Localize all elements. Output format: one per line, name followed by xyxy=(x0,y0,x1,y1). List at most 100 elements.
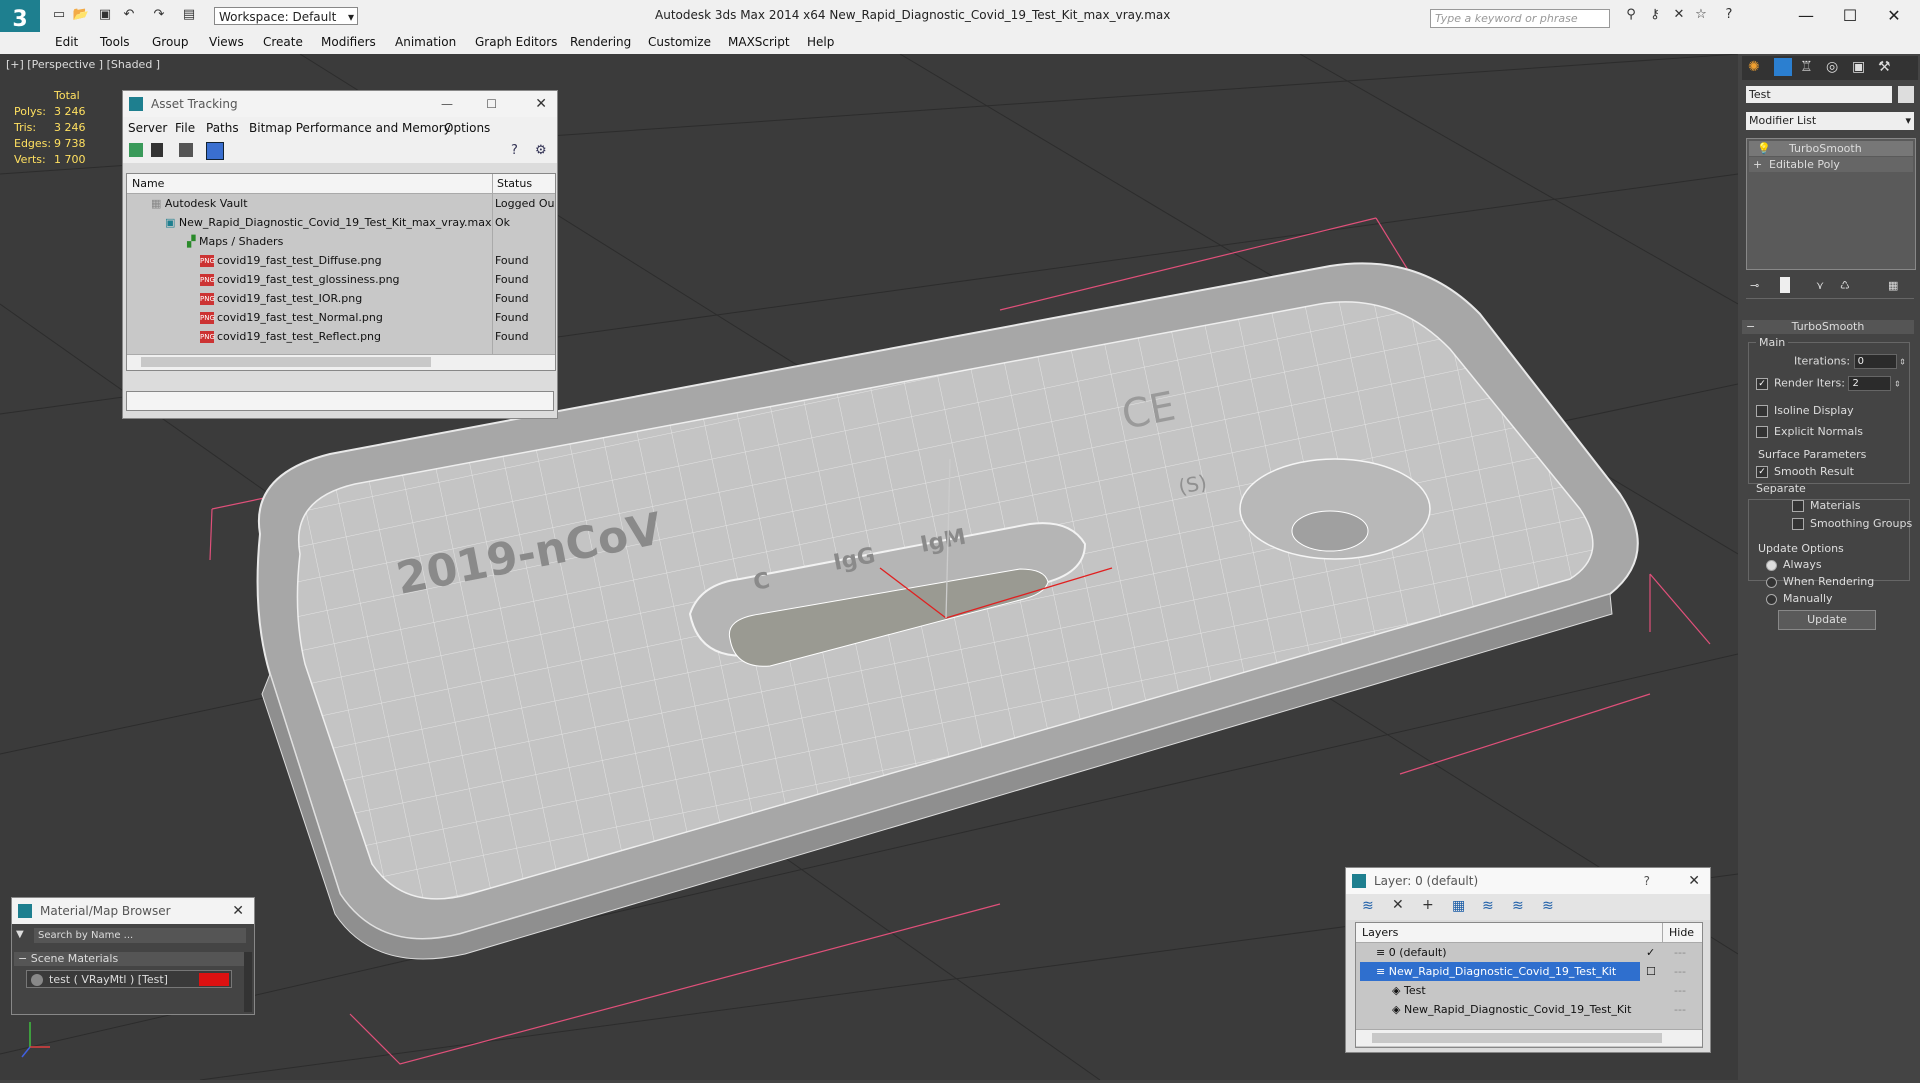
hierarchy-tab-icon[interactable]: ♖ xyxy=(1800,59,1813,75)
table-row[interactable]: ≡ New_Rapid_Diagnostic_Covid_19_Test_Kit… xyxy=(1356,962,1702,981)
manually-radio[interactable] xyxy=(1766,593,1777,605)
table-row[interactable]: ◈ New_Rapid_Diagnostic_Covid_19_Test_Kit… xyxy=(1356,1000,1702,1019)
close-icon[interactable]: ✕ xyxy=(232,898,244,924)
scrollbar-thumb[interactable] xyxy=(1372,1033,1662,1043)
filter-icon[interactable]: ▼ xyxy=(16,929,24,940)
hide-toggle[interactable]: --- xyxy=(1674,981,1686,1000)
close-icon[interactable]: ✕ xyxy=(1688,868,1700,894)
horizontal-scrollbar[interactable] xyxy=(127,354,555,370)
set-current-layer-icon[interactable]: ☐ xyxy=(1646,962,1656,981)
maximize-button[interactable]: ☐ xyxy=(1830,4,1870,28)
table-row[interactable]: PNG covid19_fast_test_glossiness.png Foun… xyxy=(127,270,555,289)
menu-graph-editors[interactable]: Graph Editors xyxy=(475,35,557,49)
minimize-icon[interactable]: — xyxy=(441,91,453,117)
configure-sets-icon[interactable]: ▦ xyxy=(1888,279,1898,292)
redo-icon[interactable]: ↷ xyxy=(150,6,168,24)
pin-stack-icon[interactable]: ⊸ xyxy=(1750,279,1759,292)
hide-toggle[interactable]: --- xyxy=(1674,1000,1686,1019)
list-view-icon[interactable] xyxy=(151,143,163,157)
table-row[interactable]: ≡ 0 (default) ✓ --- xyxy=(1356,943,1702,962)
new-file-icon[interactable]: ▭ xyxy=(50,6,68,24)
refresh-icon[interactable] xyxy=(129,143,143,157)
make-unique-icon[interactable]: ⋎ xyxy=(1816,279,1824,292)
iterations-spinner[interactable]: 0 xyxy=(1853,354,1897,369)
table-row[interactable]: PNG covid19_fast_test_IOR.png Found xyxy=(127,289,555,308)
delete-layer-icon[interactable]: ✕ xyxy=(1392,897,1404,913)
hide-toggle[interactable]: --- xyxy=(1674,943,1686,962)
asset-tracking-titlebar[interactable]: Asset Tracking — ☐ ✕ xyxy=(123,91,557,117)
highlight-layer-icon[interactable]: ≋ xyxy=(1482,898,1494,914)
material-browser-titlebar[interactable]: Material/Map Browser ✕ xyxy=(12,898,254,924)
help-icon[interactable]: ? xyxy=(1644,868,1650,894)
close-window-button[interactable]: ✕ xyxy=(1874,4,1914,28)
table-row[interactable]: PNG covid19_fast_test_Diffuse.png Found xyxy=(127,251,555,270)
help-icon[interactable]: ? xyxy=(1720,6,1738,24)
horizontal-scrollbar[interactable] xyxy=(1356,1029,1702,1046)
light-bulb-icon[interactable]: 💡 xyxy=(1757,141,1771,156)
spinner-arrows-icon[interactable]: ⇕ xyxy=(1891,380,1901,389)
menu-tools[interactable]: Tools xyxy=(100,35,130,49)
menu-create[interactable]: Create xyxy=(263,35,303,49)
asset-menu-server[interactable]: Server xyxy=(128,121,167,135)
star-icon[interactable]: ☆ xyxy=(1692,6,1710,24)
keyword-search-input[interactable]: Type a keyword or phrase xyxy=(1430,9,1610,28)
column-name-header[interactable]: Name xyxy=(132,174,164,193)
minimize-button[interactable]: — xyxy=(1786,4,1826,28)
column-hide-header[interactable]: Hide xyxy=(1662,923,1694,942)
materials-checkbox[interactable] xyxy=(1792,500,1804,512)
workspace-dropdown[interactable]: Workspace: Default ▾ xyxy=(214,7,358,25)
table-row[interactable]: ▣ New_Rapid_Diagnostic_Covid_19_Test_Kit… xyxy=(127,213,555,232)
modify-tab-icon[interactable] xyxy=(1774,58,1792,76)
stack-item-editable-poly[interactable]: + Editable Poly xyxy=(1749,157,1913,172)
object-name-field[interactable]: Test xyxy=(1746,86,1892,103)
menu-group[interactable]: Group xyxy=(152,35,189,49)
asset-menu-options[interactable]: Options xyxy=(444,121,490,135)
column-layers-header[interactable]: Layers xyxy=(1362,923,1398,942)
create-layer-icon[interactable]: ≋ xyxy=(1362,898,1374,914)
add-to-layer-icon[interactable]: + xyxy=(1422,897,1434,913)
table-row[interactable]: ◈ Test --- xyxy=(1356,981,1702,1000)
create-tab-icon[interactable]: ✺ xyxy=(1748,59,1760,75)
stack-item-turbosmooth[interactable]: 💡 TurboSmooth xyxy=(1749,141,1913,156)
vertical-scrollbar[interactable] xyxy=(244,952,252,1012)
table-view-icon[interactable] xyxy=(206,142,224,160)
isoline-display-checkbox[interactable] xyxy=(1756,405,1768,417)
table-row[interactable]: PNG covid19_fast_test_Reflect.png Found xyxy=(127,327,555,346)
modifier-list-dropdown[interactable]: Modifier List ▾ xyxy=(1746,112,1914,130)
motion-tab-icon[interactable]: ◎ xyxy=(1826,59,1838,75)
table-row[interactable]: ▦ Autodesk Vault Logged Ou xyxy=(127,194,555,213)
settings-help-icon[interactable]: ⚙ xyxy=(535,143,547,158)
freeze-layers-icon[interactable]: ≋ xyxy=(1542,898,1554,914)
object-color-swatch[interactable] xyxy=(1898,86,1914,103)
material-item[interactable]: test ( VRayMtl ) [Test] xyxy=(26,970,232,988)
binoculars-icon[interactable]: ⚲ xyxy=(1622,6,1640,24)
menu-customize[interactable]: Customize xyxy=(648,35,711,49)
undo-icon[interactable]: ↶ xyxy=(120,6,138,24)
hide-toggle[interactable]: --- xyxy=(1674,962,1686,981)
close-icon[interactable]: ✕ xyxy=(535,91,547,117)
current-layer-check-icon[interactable]: ✓ xyxy=(1646,943,1655,962)
update-button[interactable]: Update xyxy=(1778,610,1876,630)
always-radio[interactable] xyxy=(1766,559,1777,571)
scrollbar-thumb[interactable] xyxy=(141,357,431,367)
exchange-icon[interactable]: ✕ xyxy=(1670,6,1688,24)
display-tab-icon[interactable]: ▣ xyxy=(1852,59,1865,75)
smoothing-groups-checkbox[interactable] xyxy=(1792,518,1804,530)
smooth-result-checkbox[interactable]: ✓ xyxy=(1756,466,1768,478)
layer-manager-titlebar[interactable]: Layer: 0 (default) ? ✕ xyxy=(1346,868,1710,894)
render-iters-checkbox[interactable]: ✓ xyxy=(1756,377,1768,390)
turbosmooth-rollout-header[interactable]: − TurboSmooth xyxy=(1742,320,1914,334)
hide-layers-icon[interactable]: ≋ xyxy=(1512,898,1524,914)
table-row[interactable]: ▞ Maps / Shaders xyxy=(127,232,555,251)
table-row[interactable]: PNG covid19_fast_test_Normal.png Found xyxy=(127,308,555,327)
menu-views[interactable]: Views xyxy=(209,35,244,49)
menu-animation[interactable]: Animation xyxy=(395,35,456,49)
material-search-input[interactable]: Search by Name ... xyxy=(34,928,246,943)
column-status-header[interactable]: Status xyxy=(492,174,532,193)
maximize-icon[interactable]: ☐ xyxy=(486,91,497,117)
scene-materials-section[interactable]: − Scene Materials xyxy=(14,952,244,966)
asset-path-field[interactable] xyxy=(126,391,554,411)
hold-icon[interactable]: ▤ xyxy=(180,6,198,24)
asset-menu-paths[interactable]: Paths xyxy=(206,121,239,135)
show-end-result-icon[interactable] xyxy=(1780,277,1790,293)
